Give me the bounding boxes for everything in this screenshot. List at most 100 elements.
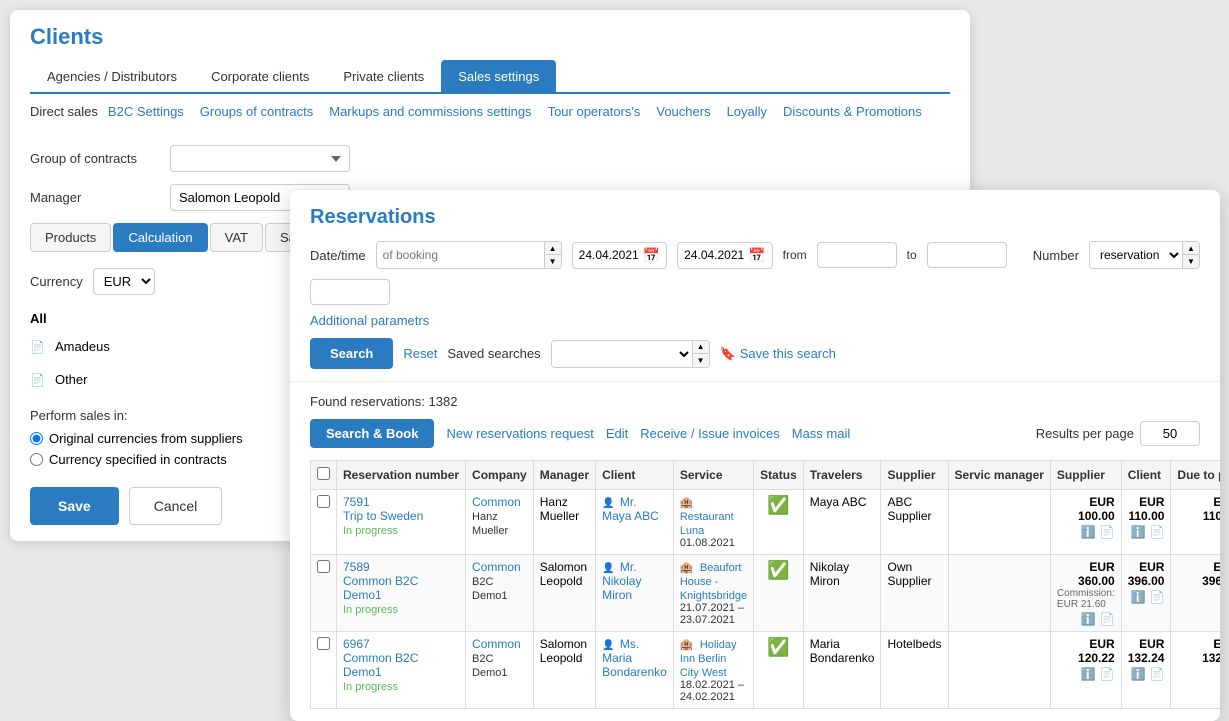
cancel-button[interactable]: Cancel	[129, 487, 223, 525]
res-spin-down[interactable]: ▼	[1183, 255, 1199, 268]
th-checkbox	[311, 461, 337, 490]
cell-company-0: Common Hanz Mueller	[466, 490, 534, 555]
edit-link[interactable]: Edit	[606, 426, 628, 441]
actions-bar: Search & Book New reservations request E…	[310, 419, 1200, 448]
reservations-panel: Reservations Date/time ▲ ▼ 24.04.2021 📅 …	[290, 190, 1220, 721]
manager-name-0: Hanz Mueller	[540, 495, 579, 523]
mass-mail-link[interactable]: Mass mail	[792, 426, 851, 441]
clients-header: Clients Agencies / Distributors Corporat…	[10, 10, 970, 94]
supplier-name-2: Hotelbeds	[887, 637, 941, 651]
sub-nav-discounts[interactable]: Discounts & Promotions	[783, 104, 922, 119]
tab-private[interactable]: Private clients	[326, 60, 441, 92]
company-sub-2: B2C Demo1	[472, 653, 507, 679]
select-all-checkbox[interactable]	[317, 467, 330, 480]
sup-info-btn-0[interactable]: ℹ️	[1081, 525, 1096, 539]
cell-supplier-0: ABC Supplier	[881, 490, 948, 555]
table-row: 7591 Trip to Sweden In progress Common H…	[311, 490, 1221, 555]
to-label: to	[907, 248, 917, 262]
spin-down[interactable]: ▼	[545, 255, 561, 268]
page-title: Clients	[30, 24, 950, 50]
client-icon-0: 👤	[602, 498, 614, 509]
new-reservations-link[interactable]: New reservations request	[446, 426, 593, 441]
calendar-to-icon[interactable]: 📅	[748, 247, 765, 264]
client-price-icons-0: ℹ️ 📄	[1128, 525, 1165, 539]
cell-res-num-0: 7591 Trip to Sweden In progress	[337, 490, 466, 555]
res-num-link-2[interactable]: 6967	[343, 637, 459, 651]
currency-select[interactable]: EUR	[93, 268, 155, 295]
cell-supplier-2: Hotelbeds	[881, 632, 948, 709]
rpp-input[interactable]	[1140, 421, 1200, 446]
search-row: Search Reset Saved searches ▲ ▼ 🔖 Save t…	[310, 338, 1200, 369]
th-status: Status	[754, 461, 804, 490]
company-link-1[interactable]: Common	[472, 560, 521, 574]
sub-nav-tour[interactable]: Tour operators's	[548, 104, 641, 119]
sub-nav-loyally[interactable]: Loyally	[727, 104, 767, 119]
row-checkbox-2[interactable]	[317, 637, 330, 650]
row-checkbox-cell	[311, 632, 337, 709]
results-per-page: Results per page	[1036, 421, 1200, 446]
radio-contract-input[interactable]	[30, 453, 43, 466]
sub-nav-groups[interactable]: Groups of contracts	[200, 104, 313, 119]
search-button[interactable]: Search	[310, 338, 393, 369]
sup-info-btn-2[interactable]: ℹ️	[1081, 667, 1096, 681]
from-number-input[interactable]	[817, 242, 897, 268]
company-link-0[interactable]: Common	[472, 495, 521, 509]
service-icon-2: 🏨	[680, 639, 694, 651]
reservation-number-input[interactable]	[310, 279, 390, 305]
res-spin: ▲ ▼	[1182, 242, 1199, 268]
res-spin-up[interactable]: ▲	[1183, 242, 1199, 255]
group-select[interactable]	[170, 145, 350, 172]
row-checkbox-1[interactable]	[317, 560, 330, 573]
tab-corporate[interactable]: Corporate clients	[194, 60, 326, 92]
ss-spin-down[interactable]: ▼	[693, 354, 709, 367]
receive-link[interactable]: Receive / Issue invoices	[640, 426, 779, 441]
client-info-btn-1[interactable]: ℹ️	[1131, 590, 1146, 604]
additional-params-link[interactable]: Additional parametrs	[310, 313, 1200, 328]
client-price-2: EUR 132.24	[1128, 637, 1165, 665]
reservation-type-wrap: reservation ▲ ▼	[1089, 241, 1200, 269]
res-sub-link-0[interactable]: Trip to Sweden	[343, 509, 459, 523]
cell-serv-manager-0	[948, 490, 1050, 555]
calendar-from-icon[interactable]: 📅	[643, 247, 660, 264]
sub-nav-b2c[interactable]: B2C Settings	[108, 104, 184, 119]
cell-res-num-2: 6967 Common B2C Demo1 In progress	[337, 632, 466, 709]
ss-spin-up[interactable]: ▲	[693, 341, 709, 354]
sup-info-btn-1[interactable]: ℹ️	[1081, 612, 1096, 626]
sub-nav-vouchers[interactable]: Vouchers	[656, 104, 710, 119]
search-book-button[interactable]: Search & Book	[310, 419, 434, 448]
row-checkbox-0[interactable]	[317, 495, 330, 508]
row-checkbox-cell	[311, 555, 337, 632]
company-link-2[interactable]: Common	[472, 637, 521, 651]
tab-sales-settings[interactable]: Sales settings	[441, 60, 556, 92]
res-sub-link-1[interactable]: Common B2C Demo1	[343, 574, 459, 602]
res-num-link-1[interactable]: 7589	[343, 560, 459, 574]
client-info-btn-2[interactable]: ℹ️	[1131, 667, 1146, 681]
service-icon-0: 🏨	[680, 497, 694, 509]
service-link-0[interactable]: Restaurant Luna	[680, 511, 734, 537]
radio-original-input[interactable]	[30, 432, 43, 445]
to-number-input[interactable]	[927, 242, 1007, 268]
reset-button[interactable]: Reset	[403, 346, 437, 361]
tab-agencies[interactable]: Agencies / Distributors	[30, 60, 194, 92]
cell-sup-price-1: EUR 360.00 Commission: EUR 21.60 ℹ️ 📄	[1050, 555, 1121, 632]
tab-vat[interactable]: VAT	[210, 223, 263, 252]
spin-up[interactable]: ▲	[545, 242, 561, 255]
radio-contract-label: Currency specified in contracts	[49, 452, 227, 467]
res-sub-link-2[interactable]: Common B2C Demo1	[343, 651, 459, 679]
booking-type-input[interactable]	[377, 243, 544, 267]
cell-due-pay-1: EUR 396.00	[1171, 555, 1220, 632]
sub-nav-markups[interactable]: Markups and commissions settings	[329, 104, 531, 119]
save-search-button[interactable]: 🔖 Save this search	[720, 346, 836, 362]
cell-serv-manager-2	[948, 632, 1050, 709]
saved-searches-select[interactable]	[552, 341, 692, 367]
client-info-btn-0[interactable]: ℹ️	[1131, 525, 1146, 539]
save-button[interactable]: Save	[30, 487, 119, 525]
reservation-type-select[interactable]: reservation	[1090, 242, 1182, 268]
manager-name-1: Salomon Leopold	[540, 560, 587, 588]
date-from-value: 24.04.2021	[579, 248, 639, 262]
service-date-1: 21.07.2021 – 23.07.2021	[680, 602, 747, 626]
radio-original-label: Original currencies from suppliers	[49, 431, 243, 446]
tab-products[interactable]: Products	[30, 223, 111, 252]
res-num-link-0[interactable]: 7591	[343, 495, 459, 509]
tab-calculation[interactable]: Calculation	[113, 223, 207, 252]
